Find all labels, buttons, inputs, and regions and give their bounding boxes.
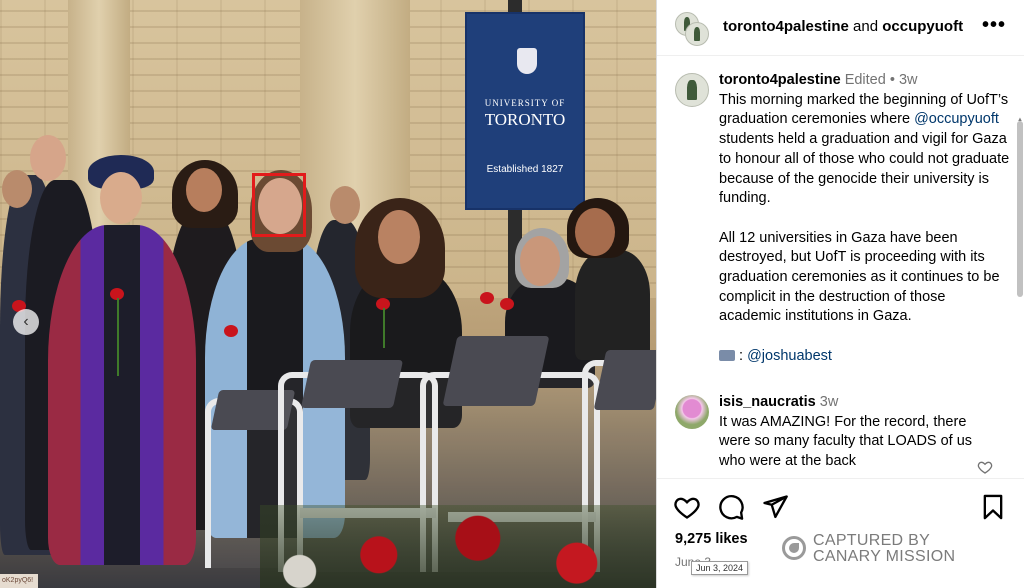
more-horizontal-icon[interactable]: ••• xyxy=(982,14,1006,37)
credit-separator: : xyxy=(739,347,744,364)
banner-city-text: TORONTO xyxy=(484,110,566,129)
rose xyxy=(224,325,238,337)
heart-icon[interactable] xyxy=(673,493,701,521)
authors-joiner: and xyxy=(848,18,883,35)
caption-paragraph-1-rest: students held a graduation and vigil for… xyxy=(719,131,1010,207)
comment-body: It was AMAZING! For the record, there we… xyxy=(719,413,973,470)
avatar xyxy=(685,22,709,46)
likes-count[interactable]: 9,275 likes xyxy=(675,531,748,547)
rose xyxy=(480,292,494,304)
graduation-cap xyxy=(300,360,404,408)
person-head xyxy=(186,168,222,212)
edited-label: Edited xyxy=(844,72,886,88)
person-head xyxy=(100,172,142,224)
face-highlight-box xyxy=(252,173,306,237)
camera-emoji-icon xyxy=(719,349,735,361)
foreground-flowers xyxy=(260,505,656,588)
comments-scrollbar[interactable] xyxy=(1017,121,1023,297)
comments-section[interactable]: toronto4palestine Edited • 3w This morni… xyxy=(657,57,1024,477)
dot-separator: • xyxy=(889,72,895,88)
comment-icon[interactable] xyxy=(717,493,745,521)
corner-tag: oK2pyQ6! xyxy=(0,574,38,588)
person-head xyxy=(520,236,560,286)
date-tooltip: Jun 3, 2024 xyxy=(691,561,749,575)
avatar xyxy=(675,73,709,107)
crest-icon xyxy=(517,48,537,74)
caption-text: toronto4palestine Edited • 3w This morni… xyxy=(719,71,1011,386)
banner-established-text: Established 1827 xyxy=(486,164,564,175)
post-header: toronto4palestine and occupyuoft ••• xyxy=(657,0,1024,56)
person-head xyxy=(378,210,420,264)
post-photo[interactable]: UNIVERSITY OF TORONTO Established 1827 ‹… xyxy=(0,0,656,588)
watermark-line-2: CANARY MISSION xyxy=(813,548,956,565)
author-link[interactable]: toronto4palestine xyxy=(723,18,849,35)
heart-outline-icon[interactable] xyxy=(977,459,993,475)
caption-age[interactable]: 3w xyxy=(899,72,918,88)
rose-stem xyxy=(117,298,119,376)
comment-text: isis_naucratis 3w It was AMAZING! For th… xyxy=(719,393,979,472)
caption-paragraph-2: All 12 universities in Gaza have been de… xyxy=(719,229,1000,325)
photo-credit-link[interactable]: @joshuabest xyxy=(747,348,832,364)
person-head xyxy=(330,186,360,224)
chevron-left-icon[interactable]: ‹ xyxy=(13,309,39,335)
banner-university-text: UNIVERSITY OF xyxy=(484,98,566,108)
commenter-avatar[interactable] xyxy=(675,395,709,429)
mention-link[interactable]: @occupyuoft xyxy=(914,111,999,127)
send-icon[interactable] xyxy=(761,493,789,521)
coauthor-link[interactable]: occupyuoft xyxy=(882,18,963,35)
person xyxy=(575,250,650,360)
caption-paragraph: toronto4palestine Edited • 3w This morni… xyxy=(719,71,1011,209)
comment-username[interactable]: isis_naucratis xyxy=(719,394,816,410)
canary-logo-icon xyxy=(782,536,806,560)
photo-credit-line: : @joshuabest xyxy=(719,347,1011,367)
graduation-cap xyxy=(442,336,550,406)
university-banner: UNIVERSITY OF TORONTO Established 1827 xyxy=(465,12,585,210)
person-head xyxy=(30,135,66,181)
person-gown-crimson xyxy=(48,225,196,565)
comment-age[interactable]: 3w xyxy=(820,394,839,410)
caption-username[interactable]: toronto4palestine xyxy=(719,72,841,88)
person-head xyxy=(575,208,615,256)
rose-stem xyxy=(383,308,385,348)
bookmark-icon[interactable] xyxy=(979,493,1007,521)
post-authors: toronto4palestine and occupyuoft xyxy=(723,18,963,35)
caption-avatar[interactable] xyxy=(675,73,709,107)
rose xyxy=(500,298,514,310)
canary-mission-watermark: CAPTURED BY CANARY MISSION xyxy=(782,532,982,568)
post-side-panel: toronto4palestine and occupyuoft ••• tor… xyxy=(656,0,1024,588)
person-head xyxy=(2,170,32,208)
author-avatar[interactable] xyxy=(675,12,709,46)
